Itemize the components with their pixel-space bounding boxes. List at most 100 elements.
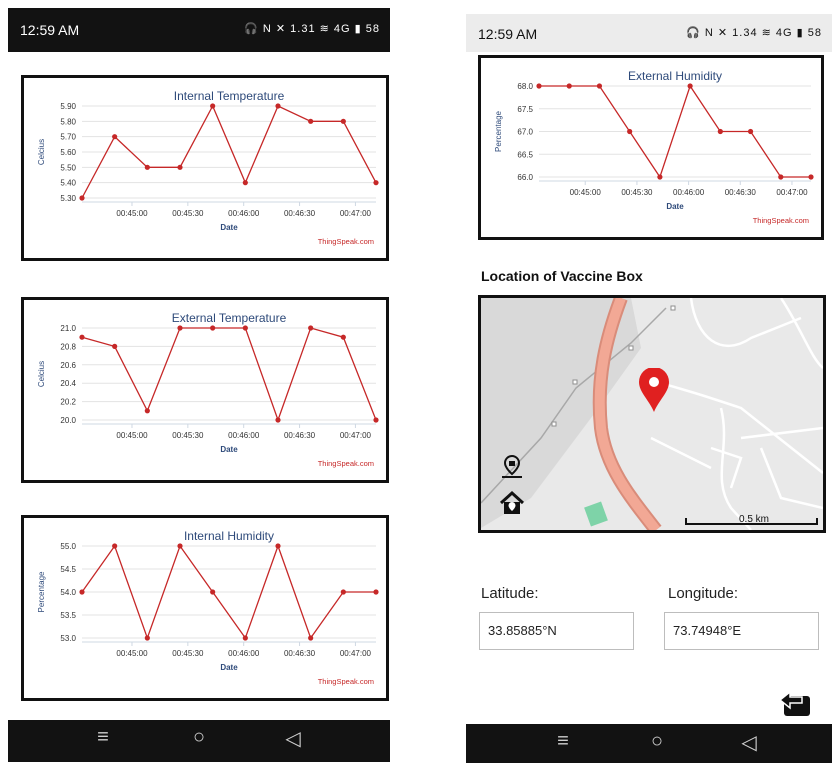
x-tick-label: 00:47:00: [340, 209, 372, 218]
y-tick-label: 53.5: [60, 611, 76, 620]
data-point: [112, 543, 118, 549]
y-tick-label: 67.0: [517, 128, 533, 137]
chart-external-humidity: 66.0 66.5 67.0 67.5 68.0 00:45:00 00:45:30 00:4…: [478, 55, 824, 240]
map-canvas[interactable]: [481, 298, 823, 530]
y-tick-label: 68.0: [517, 82, 533, 91]
status-bar: 12:59 AM 🎧 N ✕ 1.31 ≋ 4G ▮ 58: [8, 8, 390, 52]
data-point: [79, 589, 85, 595]
y-tick-label: 5.80: [60, 117, 76, 126]
data-point: [308, 325, 314, 331]
menu-button[interactable]: ≡: [88, 726, 118, 749]
x-tick-label: 00:47:00: [340, 649, 372, 658]
data-point: [340, 589, 346, 595]
chart-title: External Temperature: [172, 311, 287, 325]
x-tick-label: 00:47:00: [340, 431, 372, 440]
y-tick-label: 20.6: [60, 361, 76, 370]
chart-title: Internal Temperature: [174, 89, 285, 103]
location-title: Location of Vaccine Box: [481, 268, 643, 284]
y-axis-label: Celcius: [37, 361, 46, 387]
data-point: [210, 325, 216, 331]
data-point: [340, 118, 346, 124]
y-tick-label: 67.5: [517, 105, 533, 114]
chart-external-temperature: 20.0 20.2 20.4 20.6 20.8 21.0 00:45:00 00:45:30…: [21, 297, 389, 483]
data-point: [210, 103, 216, 109]
x-tick-label: 00:45:00: [570, 188, 602, 197]
x-tick-label: 00:47:00: [776, 188, 808, 197]
x-axis-label: Date: [666, 202, 684, 211]
y-tick-label: 66.5: [517, 150, 533, 159]
x-tick-label: 00:45:30: [172, 431, 204, 440]
chart-credit: ThingSpeak.com: [318, 677, 374, 686]
data-point: [373, 589, 379, 595]
x-tick-label: 00:46:30: [284, 431, 316, 440]
return-icon[interactable]: [778, 690, 814, 720]
back-button[interactable]: ◁: [734, 730, 764, 755]
y-tick-label: 5.40: [60, 179, 76, 188]
y-tick-label: 20.0: [60, 416, 76, 425]
status-bar: 12:59 AM 🎧 N ✕ 1.34 ≋ 4G ▮ 58: [466, 14, 832, 52]
x-axis-label: Date: [220, 663, 238, 672]
data-point: [536, 83, 542, 89]
y-axis-label: Percentage: [37, 571, 46, 612]
data-point: [177, 543, 183, 549]
home-button[interactable]: ○: [184, 726, 214, 749]
chart-svg: 20.0 20.2 20.4 20.6 20.8 21.0 00:45:00 00:45:30…: [37, 311, 379, 468]
chart-title: Internal Humidity: [184, 529, 274, 543]
y-tick-label: 5.30: [60, 194, 76, 203]
data-point: [373, 417, 379, 423]
y-tick-label: 5.60: [60, 148, 76, 157]
location-pin-icon[interactable]: [639, 368, 669, 412]
data-point: [340, 334, 346, 340]
data-point: [808, 174, 814, 180]
status-icons: 🎧 N ✕ 1.31 ≋ 4G ▮ 58: [244, 23, 380, 35]
map-view[interactable]: 0.5 km: [478, 295, 826, 533]
data-point: [144, 635, 150, 641]
y-tick-label: 21.0: [60, 324, 76, 333]
map-location-lock-icon[interactable]: [499, 453, 525, 479]
status-time: 12:59 AM: [478, 26, 538, 42]
x-tick-label: 00:46:00: [228, 431, 260, 440]
data-point: [144, 408, 150, 414]
y-tick-label: 5.50: [60, 163, 76, 172]
data-point: [242, 180, 248, 186]
x-tick-label: 00:45:30: [172, 649, 204, 658]
x-tick-label: 00:45:00: [116, 431, 148, 440]
chart-title: External Humidity: [628, 69, 722, 83]
menu-button[interactable]: ≡: [548, 730, 578, 753]
longitude-field: 73.74948°E: [664, 612, 819, 650]
data-point: [112, 343, 118, 349]
y-tick-label: 5.90: [60, 102, 76, 111]
x-tick-label: 00:45:00: [116, 209, 148, 218]
y-tick-label: 54.5: [60, 565, 76, 574]
data-point: [242, 635, 248, 641]
nav-bar: ≡ ○ ◁: [8, 720, 390, 762]
y-tick-label: 20.8: [60, 342, 76, 351]
data-point: [275, 417, 281, 423]
map-home-location-icon[interactable]: [499, 490, 525, 516]
x-tick-label: 00:46:30: [284, 649, 316, 658]
x-tick-label: 00:45:30: [621, 188, 653, 197]
x-tick-label: 00:45:30: [172, 209, 204, 218]
y-tick-label: 20.2: [60, 398, 76, 407]
back-button[interactable]: ◁: [278, 726, 308, 751]
home-button[interactable]: ○: [642, 730, 672, 753]
data-point: [747, 128, 754, 135]
y-tick-label: 5.70: [60, 133, 76, 142]
data-point: [596, 83, 603, 89]
y-axis-label: Percentage: [494, 110, 503, 151]
latitude-field: 33.85885°N: [479, 612, 634, 650]
right-phone-screen: 12:59 AM 🎧 N ✕ 1.34 ≋ 4G ▮ 58 66.0 66.5 67…: [466, 0, 832, 763]
chart-credit: ThingSpeak.com: [753, 216, 809, 225]
x-tick-label: 00:46:00: [228, 209, 260, 218]
series-line: [81, 327, 377, 422]
chart-internal-humidity: 53.0 53.5 54.0 54.5 55.0 00:45:00 00:45:30 00:4…: [21, 515, 389, 701]
data-point: [79, 195, 85, 201]
data-point: [177, 325, 183, 331]
map-scale-label: 0.5 km: [739, 514, 770, 525]
chart-svg: 5.30 5.40 5.50 5.60 5.70 5.80 5.90 00:45:00 00:4…: [37, 89, 379, 246]
x-tick-label: 00:45:00: [116, 649, 148, 658]
data-point: [373, 180, 379, 186]
chart-credit: ThingSpeak.com: [318, 237, 374, 246]
nav-bar: ≡ ○ ◁: [466, 724, 832, 763]
x-tick-label: 00:46:30: [725, 188, 757, 197]
